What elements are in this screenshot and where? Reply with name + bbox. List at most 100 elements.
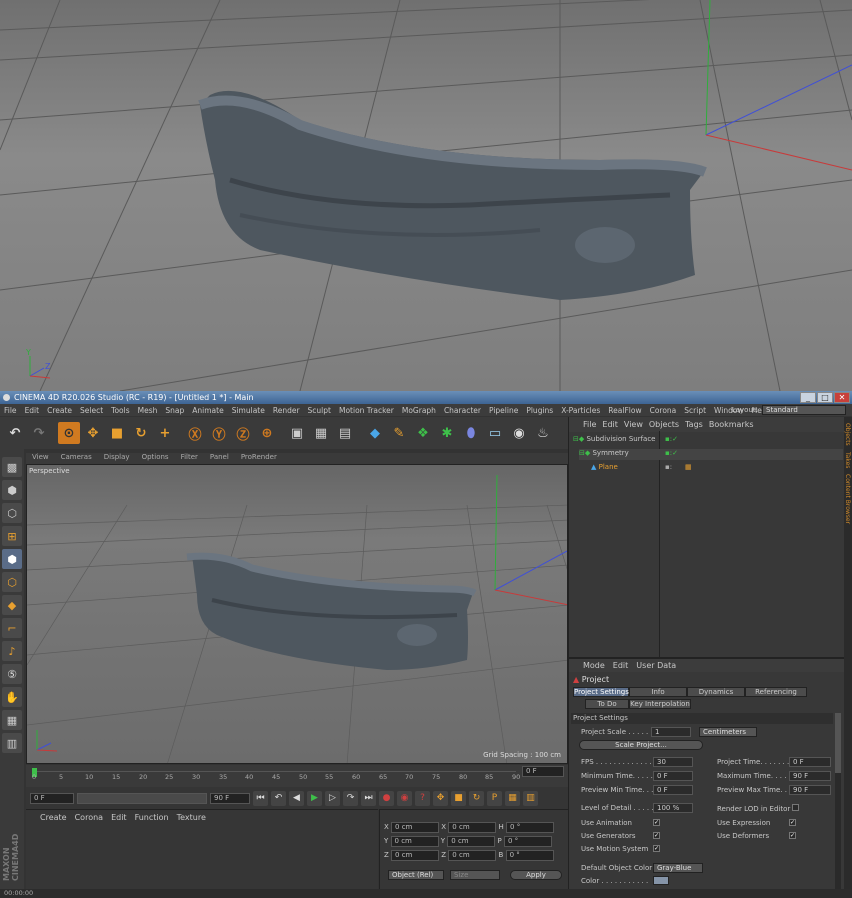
use-animation-checkbox[interactable]: ✓: [653, 819, 660, 826]
range-slider[interactable]: [77, 792, 207, 804]
min-time-field[interactable]: 0 F: [653, 771, 693, 781]
current-frame-field[interactable]: 0 F: [522, 766, 564, 777]
camera-icon[interactable]: ◉: [508, 422, 530, 444]
obj-menu-file[interactable]: File: [583, 420, 596, 429]
render-settings-icon[interactable]: ▤: [334, 422, 356, 444]
menu-x-particles[interactable]: X-Particles: [557, 406, 604, 415]
undo-icon[interactable]: ↶: [4, 422, 26, 444]
obj-menu-objects[interactable]: Objects: [649, 420, 679, 429]
coordinate-system-icon[interactable]: ⊕: [256, 422, 278, 444]
snap-icon[interactable]: ⑤: [2, 664, 22, 684]
prev-key-icon[interactable]: ↶: [271, 790, 286, 806]
end-frame-field[interactable]: 90 F: [210, 792, 250, 804]
menu-sculpt[interactable]: Sculpt: [304, 406, 335, 415]
mat-menu-texture[interactable]: Texture: [177, 813, 206, 822]
next-key-icon[interactable]: ↷: [343, 790, 358, 806]
project-scale-field[interactable]: 1: [651, 727, 691, 737]
cloner-icon[interactable]: ✱: [436, 422, 458, 444]
attr-menu-user-data[interactable]: User Data: [636, 661, 676, 670]
layout-dropdown[interactable]: Standard: [762, 405, 846, 415]
coord-size-dropdown[interactable]: Size: [450, 870, 500, 880]
planar-workplane-icon[interactable]: ▦: [2, 710, 22, 730]
menu-pipeline[interactable]: Pipeline: [485, 406, 522, 415]
next-frame-icon[interactable]: ▷: [325, 790, 340, 806]
model-mode-icon[interactable]: ⬢: [2, 480, 22, 500]
axis-mode-icon[interactable]: ⌐: [2, 618, 22, 638]
coord-b-field[interactable]: 0 °: [505, 850, 554, 861]
locked-workplane-icon[interactable]: ✋: [2, 687, 22, 707]
use-deformers-checkbox[interactable]: ✓: [789, 832, 796, 839]
menu-script[interactable]: Script: [680, 406, 710, 415]
menu-realflow[interactable]: RealFlow: [604, 406, 645, 415]
visibility-check-icon[interactable]: ▪:✓: [665, 435, 678, 443]
deformer-icon[interactable]: ⬮: [460, 422, 482, 444]
tab-key-interpolation[interactable]: Key Interpolation: [629, 699, 691, 709]
obj-menu-view[interactable]: View: [624, 420, 643, 429]
menu-file[interactable]: File: [0, 406, 21, 415]
viewport-menu-options[interactable]: Options: [136, 453, 175, 464]
pen-icon[interactable]: ✎: [388, 422, 410, 444]
menu-mograph[interactable]: MoGraph: [398, 406, 440, 415]
menu-corona[interactable]: Corona: [646, 406, 681, 415]
coord-h-field[interactable]: 0 °: [506, 822, 555, 833]
attr-menu-mode[interactable]: Mode: [583, 661, 605, 670]
menu-mesh[interactable]: Mesh: [134, 406, 162, 415]
keyframe-selection-icon[interactable]: ?: [415, 790, 430, 806]
apply-button[interactable]: Apply: [510, 870, 562, 880]
menu-plugins[interactable]: Plugins: [522, 406, 557, 415]
viewport-menu-display[interactable]: Display: [98, 453, 136, 464]
redo-icon[interactable]: ↷: [28, 422, 50, 444]
timeline-window-icon[interactable]: ▥: [523, 790, 538, 806]
obj-menu-bookmarks[interactable]: Bookmarks: [709, 420, 754, 429]
mat-menu-corona[interactable]: Corona: [75, 813, 103, 822]
z-axis-lock-icon[interactable]: Ⓩ: [232, 422, 254, 444]
use-motion-system-checkbox[interactable]: ✓: [653, 845, 660, 852]
rotate-icon[interactable]: ↻: [130, 422, 152, 444]
floor-icon[interactable]: ▭: [484, 422, 506, 444]
mat-menu-edit[interactable]: Edit: [111, 813, 127, 822]
preview-max-field[interactable]: 90 F: [789, 785, 831, 795]
object-row-symmetry[interactable]: ⊟◆ Symmetry ▪:✓: [579, 449, 843, 460]
editor-viewport[interactable]: Perspective Grid Spacing : 100 cm ✥ ⇕ ⊙ …: [26, 464, 568, 764]
auto-key-icon[interactable]: ◉: [397, 790, 412, 806]
timeline[interactable]: 0 5 10 15 20 25 30 35 40 45 50 55 60 65 70 75 80 85 90 0 F: [26, 765, 568, 787]
menu-animate[interactable]: Animate: [188, 406, 227, 415]
play-icon[interactable]: ▶: [307, 790, 322, 806]
coord-z-size-field[interactable]: 0 cm: [448, 850, 497, 861]
attr-scrollbar[interactable]: [835, 713, 841, 889]
obj-menu-edit[interactable]: Edit: [602, 420, 618, 429]
viewport-menu-cameras[interactable]: Cameras: [55, 453, 98, 464]
solo-icon[interactable]: ▥: [2, 733, 22, 753]
tab-referencing[interactable]: Referencing: [745, 687, 807, 697]
scale-project-button[interactable]: Scale Project...: [579, 740, 703, 750]
scale-icon[interactable]: ■: [106, 422, 128, 444]
live-selection-icon[interactable]: ⊙: [58, 422, 80, 444]
start-frame-field[interactable]: 0 F: [30, 792, 74, 804]
record-keys-icon[interactable]: ●: [379, 790, 394, 806]
default-color-dropdown[interactable]: Gray-Blue: [653, 863, 703, 873]
coord-z-pos-field[interactable]: 0 cm: [391, 850, 440, 861]
side-tab-content-browser[interactable]: Content Browser: [844, 474, 851, 524]
color-swatch[interactable]: [653, 876, 669, 885]
viewport-menu-panel[interactable]: Panel: [204, 453, 235, 464]
render-lod-checkbox[interactable]: [792, 804, 800, 811]
coord-x-size-field[interactable]: 0 cm: [448, 822, 497, 833]
max-time-field[interactable]: 90 F: [789, 771, 831, 781]
tweak-icon[interactable]: ♪: [2, 641, 22, 661]
coord-y-size-field[interactable]: 0 cm: [447, 836, 496, 847]
menu-motion-tracker[interactable]: Motion Tracker: [335, 406, 398, 415]
use-expression-checkbox[interactable]: ✓: [789, 819, 796, 826]
workplane-icon[interactable]: ⊞: [2, 526, 22, 546]
points-mode-icon[interactable]: ⬢: [2, 549, 22, 569]
polygons-mode-icon[interactable]: ◆: [2, 595, 22, 615]
menu-snap[interactable]: Snap: [161, 406, 188, 415]
goto-start-icon[interactable]: ⏮: [253, 790, 268, 806]
edges-mode-icon[interactable]: ⬡: [2, 572, 22, 592]
render-view-icon[interactable]: ▣: [286, 422, 308, 444]
last-tool-icon[interactable]: +: [154, 422, 176, 444]
tab-project-settings[interactable]: Project Settings: [573, 687, 629, 697]
tab-info[interactable]: Info: [629, 687, 687, 697]
preview-min-field[interactable]: 0 F: [653, 785, 693, 795]
menu-select[interactable]: Select: [76, 406, 107, 415]
texture-mode-icon[interactable]: ⬡: [2, 503, 22, 523]
